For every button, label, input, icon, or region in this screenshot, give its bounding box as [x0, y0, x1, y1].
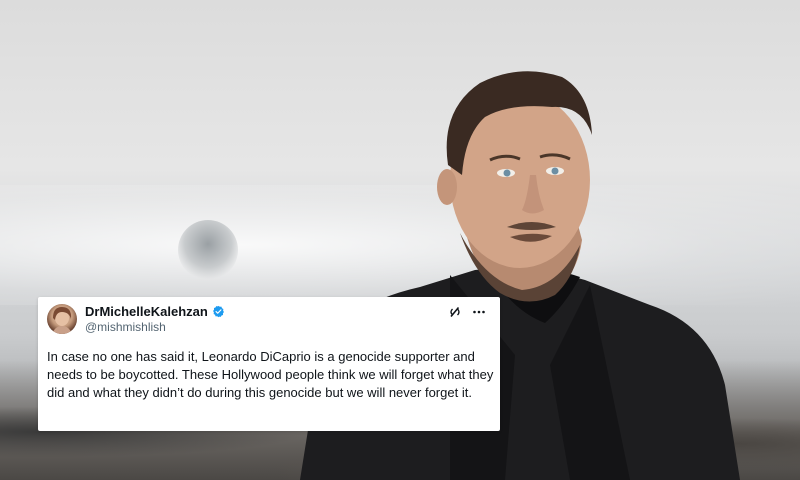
photo-background: DrMichelleKalehzan @mishmishlish In case…: [0, 0, 800, 480]
author-handle[interactable]: @mishmishlish: [85, 320, 166, 334]
grok-icon[interactable]: [448, 305, 462, 324]
background-lamp: [178, 220, 238, 280]
avatar[interactable]: [47, 304, 77, 334]
tweet-text: In case no one has said it, Leonardo DiC…: [47, 349, 494, 400]
tweet-toolbar: [448, 305, 486, 324]
more-icon[interactable]: [472, 305, 486, 324]
author-name-row: DrMichelleKalehzan: [85, 304, 225, 319]
author-display-name[interactable]: DrMichelleKalehzan: [85, 304, 208, 319]
tweet-card[interactable]: DrMichelleKalehzan @mishmishlish In case…: [38, 297, 500, 431]
verified-badge-icon: [212, 305, 225, 318]
